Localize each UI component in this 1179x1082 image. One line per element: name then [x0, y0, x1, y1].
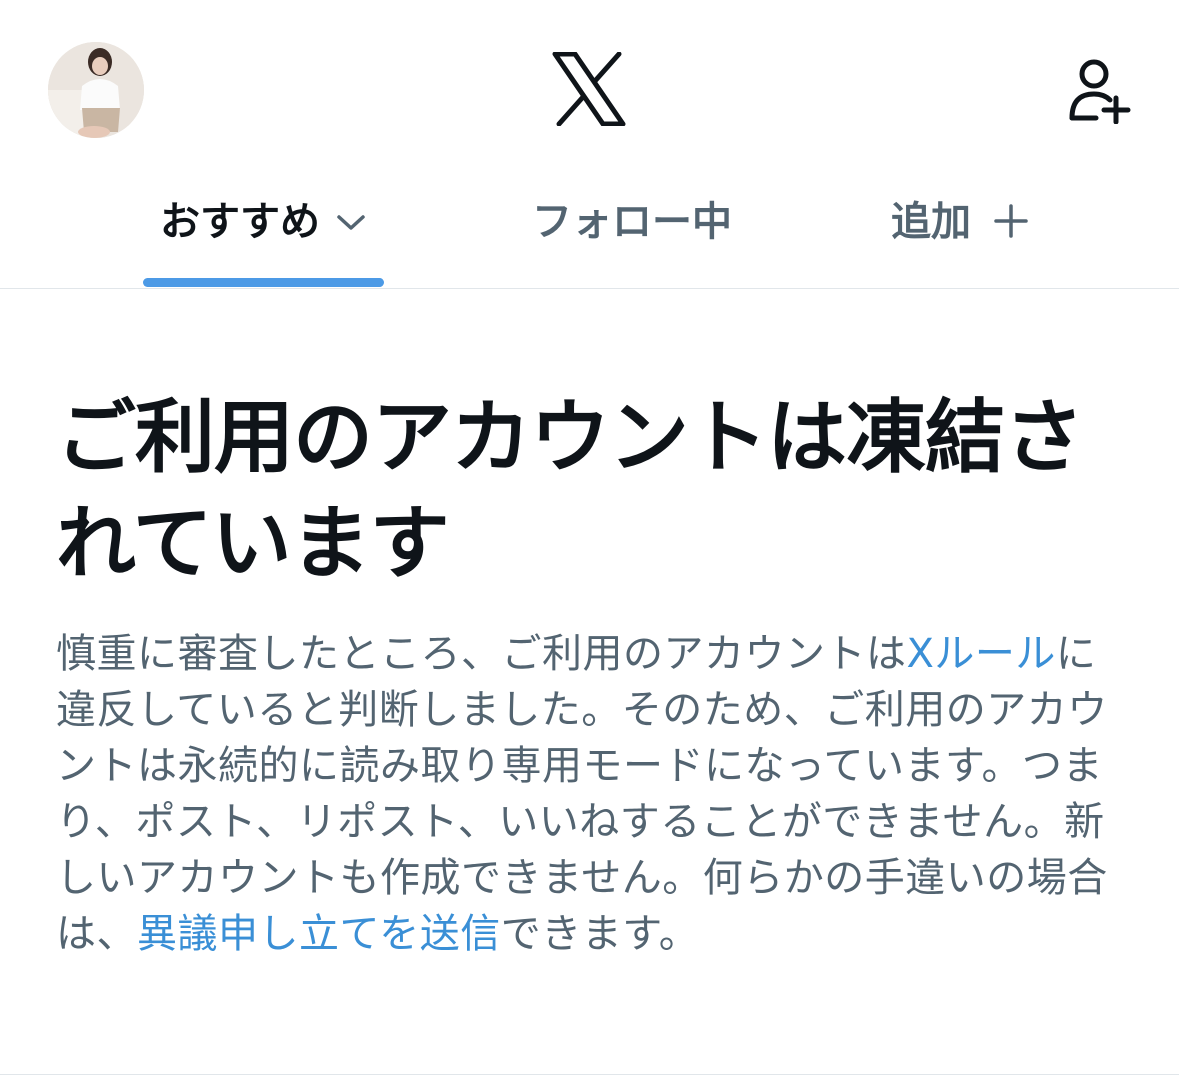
suspension-message: 慎重に審査したところ、ご利用のアカウントはXルールに違反していると判断しました。…	[56, 626, 1118, 962]
tab-add-text: 追加	[891, 199, 971, 245]
active-tab-indicator	[143, 278, 384, 287]
message-part-3: できます。	[500, 911, 700, 957]
tab-add[interactable]: 追加	[880, 180, 1040, 288]
appeal-link[interactable]: 異議申し立てを送信	[137, 911, 501, 957]
plus-icon	[994, 204, 1028, 238]
x-logo-icon[interactable]	[551, 52, 627, 126]
tab-label-add: 追加	[891, 180, 1029, 264]
suspension-title: ご利用のアカウントは凍結されています	[56, 391, 1084, 590]
avatar[interactable]	[48, 42, 144, 138]
content-divider	[0, 1074, 1179, 1075]
tabs-divider	[0, 288, 1179, 289]
x-rules-link[interactable]: Xルール	[907, 631, 1056, 677]
tab-recommended[interactable]: おすすめ	[140, 180, 386, 288]
suspended-account-screen: おすすめ フォロー中 追加 ご利用のアカウントは凍結されています 慎重に審査した…	[0, 0, 1179, 1082]
message-part-1: 慎重に審査したところ、ご利用のアカウントは	[56, 631, 907, 677]
tab-recommended-text: おすすめ	[160, 199, 320, 245]
tab-label-recommended: おすすめ	[160, 180, 366, 264]
add-user-icon[interactable]	[1066, 58, 1132, 124]
chevron-down-icon[interactable]	[336, 213, 366, 231]
tab-following[interactable]: フォロー中	[500, 180, 764, 288]
tab-label-following: フォロー中	[532, 199, 732, 245]
message-part-2: に違反していると判断しました。そのため、ご利用のアカウントは永続的に読み取り専用…	[56, 631, 1108, 957]
timeline-tabs: おすすめ フォロー中 追加	[0, 180, 1179, 288]
avatar-photo	[48, 42, 144, 138]
